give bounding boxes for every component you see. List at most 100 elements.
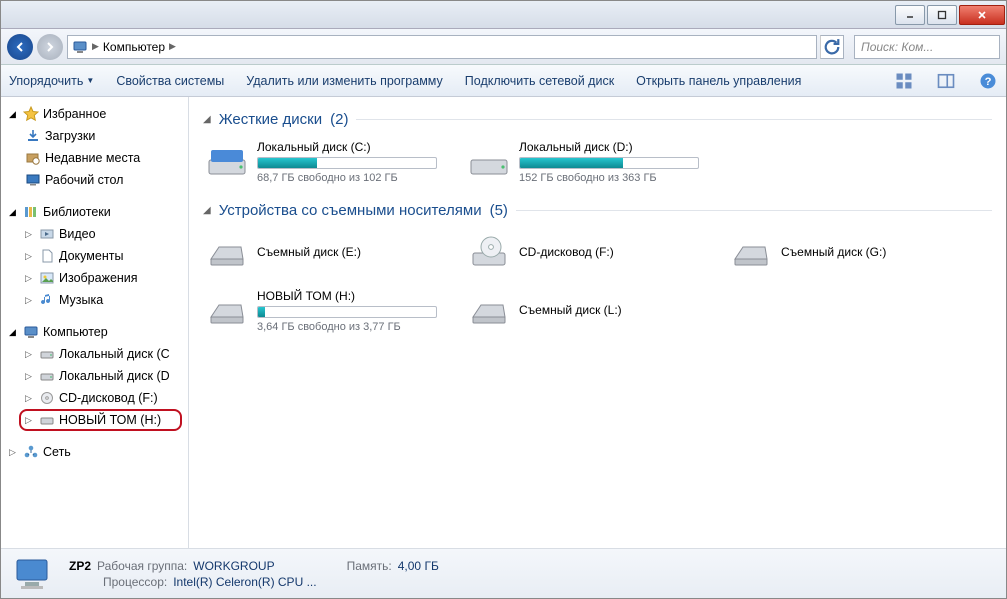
cpu-value: Intel(R) Celeron(R) CPU ... [173, 575, 316, 589]
memory-label: Память: [347, 559, 392, 573]
hdd-icon [205, 142, 249, 182]
drive-name: Локальный диск (C:) [257, 140, 449, 154]
drive-f[interactable]: CD-дисковод (F:) [465, 227, 713, 279]
network-icon [23, 444, 39, 460]
drive-name: Локальный диск (D:) [519, 140, 711, 154]
drive-h[interactable]: НОВЫЙ ТОМ (H:) 3,64 ГБ свободно из 3,77 … [203, 285, 451, 337]
sidebar-item-label: Недавние места [45, 151, 140, 165]
hdd-icon [39, 346, 55, 362]
organize-menu[interactable]: Упорядочить ▼ [9, 74, 94, 88]
section-removable[interactable]: ◢ Устройства со съемными носителями (5) [203, 202, 992, 219]
removable-drive-icon [205, 291, 249, 331]
drive-d[interactable]: Локальный диск (D:) 152 ГБ свободно из 3… [465, 136, 713, 188]
drive-usage-bar [519, 157, 699, 169]
expand-icon: ◢ [9, 207, 19, 218]
sidebar-item-videos[interactable]: ▷ Видео [1, 223, 188, 245]
sidebar-item-label: Сеть [43, 445, 71, 459]
sidebar-item-drive-f[interactable]: ▷ CD-дисковод (F:) [1, 387, 188, 409]
section-title: Жесткие диски [219, 111, 322, 128]
maximize-button[interactable] [927, 5, 957, 25]
sidebar-favorites-group: ◢ Избранное Загрузки Недавние места Рабо… [1, 103, 188, 191]
sidebar-item-label: Избранное [43, 107, 106, 121]
breadcrumb-item[interactable]: Компьютер [103, 40, 165, 54]
statusbar: ZP2 Рабочая группа: WORKGROUP Память: 4,… [1, 548, 1006, 598]
removable-grid: Съемный диск (E:) CD-дисковод (F:) Съемн… [203, 227, 992, 337]
sidebar-item-recent[interactable]: Недавние места [1, 147, 188, 169]
minimize-button[interactable] [895, 5, 925, 25]
sidebar-item-label: Локальный диск (C [59, 347, 170, 361]
sidebar-computer-group: ◢ Компьютер ▷Локальный диск (C ▷Локальны… [1, 321, 188, 431]
open-control-panel-button[interactable]: Открыть панель управления [636, 74, 801, 88]
nav-back-button[interactable] [7, 34, 33, 60]
sidebar-computer[interactable]: ◢ Компьютер [1, 321, 188, 343]
search-placeholder: Поиск: Ком... [861, 40, 933, 54]
cd-icon [39, 390, 55, 406]
sidebar-item-label: Документы [59, 249, 123, 263]
sidebar-item-label: Компьютер [43, 325, 108, 339]
sidebar-item-label: Загрузки [45, 129, 95, 143]
status-text: ZP2 Рабочая группа: WORKGROUP Память: 4,… [69, 559, 439, 589]
system-properties-button[interactable]: Свойства системы [116, 74, 224, 88]
expand-icon: ▷ [25, 229, 35, 240]
workgroup-label: Рабочая группа: [97, 559, 187, 573]
divider [356, 119, 992, 120]
drive-name: Съемный диск (G:) [781, 245, 973, 259]
sidebar-item-desktop[interactable]: Рабочий стол [1, 169, 188, 191]
section-hard-disks[interactable]: ◢ Жесткие диски (2) [203, 111, 992, 128]
chevron-down-icon: ◢ [203, 205, 211, 216]
cd-drive-icon [467, 233, 511, 273]
sidebar-item-label: CD-дисковод (F:) [59, 391, 158, 405]
sidebar-item-label: НОВЫЙ ТОМ (H:) [59, 413, 161, 427]
sidebar-item-drive-c[interactable]: ▷Локальный диск (C [1, 343, 188, 365]
sidebar-item-documents[interactable]: ▷Документы [1, 245, 188, 267]
drive-c[interactable]: Локальный диск (C:) 68,7 ГБ свободно из … [203, 136, 451, 188]
refresh-button[interactable] [820, 35, 844, 59]
memory-value: 4,00 ГБ [398, 559, 439, 573]
star-icon [23, 106, 39, 122]
sidebar-libraries[interactable]: ◢ Библиотеки [1, 201, 188, 223]
drive-icon [39, 412, 55, 428]
sidebar-item-label: Видео [59, 227, 96, 241]
expand-icon: ▷ [25, 371, 35, 382]
sidebar-network[interactable]: ▷ Сеть [1, 441, 188, 463]
sidebar: ◢ Избранное Загрузки Недавние места Рабо… [1, 97, 189, 548]
body: ◢ Избранное Загрузки Недавние места Рабо… [1, 97, 1006, 548]
expand-icon: ▷ [9, 447, 19, 458]
sidebar-item-drive-h[interactable]: ▷ НОВЫЙ ТОМ (H:) [1, 409, 188, 431]
sidebar-item-label: Изображения [59, 271, 138, 285]
map-network-drive-button[interactable]: Подключить сетевой диск [465, 74, 614, 88]
sidebar-item-downloads[interactable]: Загрузки [1, 125, 188, 147]
search-input[interactable]: Поиск: Ком... [854, 35, 1000, 59]
expand-icon: ▷ [25, 415, 35, 426]
hostname: ZP2 [69, 559, 91, 573]
drive-name: Съемный диск (E:) [257, 245, 449, 259]
section-title: Устройства со съемными носителями [219, 202, 482, 219]
document-icon [39, 248, 55, 264]
uninstall-program-button[interactable]: Удалить или изменить программу [246, 74, 443, 88]
removable-drive-icon [729, 233, 773, 273]
expand-icon: ◢ [9, 109, 19, 120]
main-content: ◢ Жесткие диски (2) Локальный диск (C:) … [189, 97, 1006, 548]
hdd-icon [39, 368, 55, 384]
help-button[interactable]: ? [978, 71, 998, 91]
nav-forward-button[interactable] [37, 34, 63, 60]
sidebar-item-pictures[interactable]: ▷ Изображения [1, 267, 188, 289]
close-button[interactable] [959, 5, 1005, 25]
drive-free-text: 3,64 ГБ свободно из 3,77 ГБ [257, 321, 449, 333]
sidebar-favorites[interactable]: ◢ Избранное [1, 103, 188, 125]
expand-icon: ▷ [25, 393, 35, 404]
drive-e[interactable]: Съемный диск (E:) [203, 227, 451, 279]
chevron-right-icon: ▶ [92, 41, 99, 52]
sidebar-item-drive-d[interactable]: ▷Локальный диск (D [1, 365, 188, 387]
drive-g[interactable]: Съемный диск (G:) [727, 227, 975, 279]
expand-icon: ◢ [9, 327, 19, 338]
expand-icon: ▷ [25, 273, 35, 284]
computer-icon [13, 554, 57, 594]
preview-pane-button[interactable] [936, 71, 956, 91]
desktop-icon [25, 172, 41, 188]
view-options-button[interactable] [894, 71, 914, 91]
breadcrumb[interactable]: ▶ Компьютер ▶ [67, 35, 817, 59]
sidebar-item-music[interactable]: ▷Музыка [1, 289, 188, 311]
drive-l[interactable]: Съемный диск (L:) [465, 285, 713, 337]
drive-name: CD-дисковод (F:) [519, 245, 711, 259]
